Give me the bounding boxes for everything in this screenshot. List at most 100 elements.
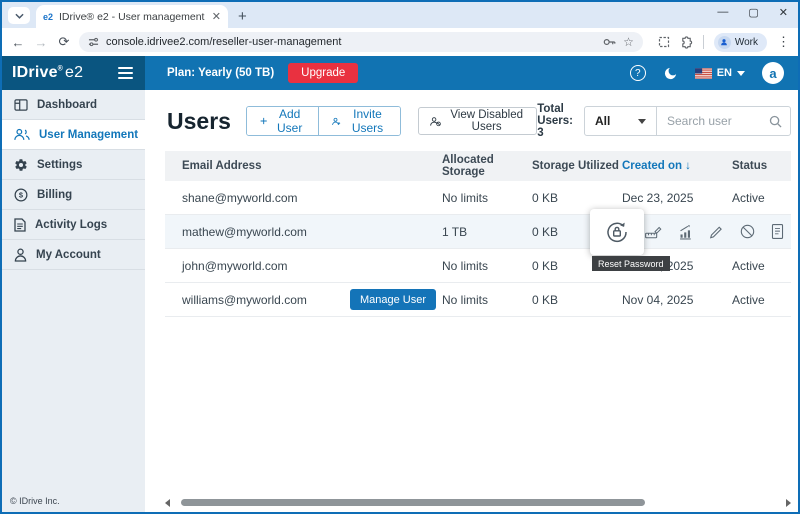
account-avatar[interactable]: a [762,62,784,84]
us-flag-icon [695,68,712,79]
col-created-sorted[interactable]: Created on ↓ [622,160,732,172]
search-input[interactable] [657,114,769,128]
scrollbar-track[interactable] [173,499,783,507]
profile-avatar-icon [718,36,731,49]
chevron-down-icon [638,119,646,124]
sidebar-item-my-account[interactable]: My Account [2,240,145,270]
plan-bar: Plan: Yearly (50 TB) Upgrade ? EN a [145,56,798,90]
allocated-storage: 1 TB [442,225,532,239]
tab-search-button[interactable] [8,7,30,24]
total-users-count: Total Users: 3 [537,103,573,139]
allocated-storage: No limits [442,293,532,307]
forward-icon: → [33,35,49,50]
account-person-icon [14,248,27,262]
sidebar-item-billing[interactable]: $ Billing [2,180,145,210]
tab-close-icon[interactable]: ✕ [212,10,221,23]
back-icon[interactable]: ← [10,35,26,50]
scroll-right-icon[interactable] [786,499,791,507]
tab-favicon: e2 [43,12,53,22]
manage-user-button[interactable]: Manage User [350,289,436,310]
allocated-storage: No limits [442,191,532,205]
window-minimize-icon[interactable]: — [717,6,728,19]
search-icon[interactable] [769,115,782,128]
svg-text:$: $ [19,190,24,199]
sidebar: Dashboard User Management Settings $ Bil… [2,90,145,512]
url-text: console.idrivee2.com/reseller-user-manag… [106,36,596,48]
sidebar-item-user-management[interactable]: User Management [2,120,145,150]
created-on: Nov 04, 2025 [622,293,732,307]
status-badge: Active [732,259,791,273]
toolbar-divider [703,35,704,49]
usage-stats-icon[interactable] [676,223,694,241]
table-row[interactable]: john@myworld.com No limits 0 KB Dec 23, … [165,249,791,283]
sidebar-item-activity-logs[interactable]: Activity Logs [2,210,145,240]
dark-mode-moon-icon[interactable] [663,66,678,81]
table-row[interactable]: williams@myworld.com Manage User No limi… [165,283,791,317]
extensions-puzzle-icon[interactable] [680,36,693,49]
reset-password-tooltip: Reset Password [592,256,670,271]
logs-document-icon [14,218,26,232]
profile-chip[interactable]: Work [714,33,767,52]
row-action-icons [644,215,785,248]
password-key-icon[interactable] [603,37,616,47]
status-badge: Active [732,293,791,307]
filter-search-container: All [584,106,791,136]
user-email: mathew@myworld.com [165,225,442,239]
add-user-button[interactable]: Add User [247,107,318,135]
reload-icon[interactable]: ⟳ [56,34,72,50]
storage-utilized: 0 KB [532,293,622,307]
screenshot-icon[interactable] [658,36,670,48]
browser-tab[interactable]: e2 IDrive® e2 - User management ✕ [36,5,228,28]
new-tab-button[interactable]: + [238,8,247,25]
person-plus-icon [332,115,341,128]
user-email: williams@myworld.com [182,293,307,307]
col-utilized: Storage Utilized [532,160,622,172]
table-row[interactable]: shane@myworld.com No limits 0 KB Dec 23,… [165,181,791,215]
view-logs-icon[interactable] [770,223,785,240]
allocated-storage: No limits [442,259,532,273]
site-info-icon[interactable] [88,37,99,47]
sidebar-item-dashboard[interactable]: Dashboard [2,90,145,120]
scroll-left-icon[interactable] [165,499,170,507]
modify-storage-icon[interactable] [644,223,662,241]
tab-title: IDrive® e2 - User management [59,11,206,23]
sidebar-item-settings[interactable]: Settings [2,150,145,180]
user-email: shane@myworld.com [165,191,442,205]
user-email: john@myworld.com [165,259,442,273]
hamburger-menu-icon[interactable] [118,67,133,79]
bookmark-star-icon[interactable]: ☆ [623,35,634,49]
reset-password-button[interactable] [590,209,644,255]
dashboard-icon [14,99,28,111]
page-title: Users [167,108,231,135]
col-status: Status [732,160,791,172]
window-maximize-icon[interactable]: ▢ [748,6,758,19]
edit-pencil-icon[interactable] [708,223,725,240]
address-bar[interactable]: console.idrivee2.com/reseller-user-manag… [79,32,643,52]
invite-users-button[interactable]: Invite Users [318,107,400,135]
table-header-row: Email Address Allocated Storage Storage … [165,151,791,181]
upgrade-button[interactable]: Upgrade [288,63,358,83]
gear-icon [14,158,28,172]
language-selector[interactable]: EN [695,67,745,79]
copyright-text: © IDrive Inc. [10,496,60,506]
col-email: Email Address [165,160,442,172]
user-filter-dropdown[interactable]: All [585,107,657,135]
horizontal-scrollbar[interactable] [165,498,791,507]
scrollbar-thumb[interactable] [181,499,645,506]
profile-label: Work [735,37,758,48]
disable-user-icon[interactable] [739,223,756,240]
brand-area: IDrive®e2 [2,56,145,90]
storage-utilized: 0 KB [532,191,622,205]
plan-label: Plan: Yearly (50 TB) [167,67,274,79]
table-row-hovered[interactable]: mathew@myworld.com 1 TB 0 KB [165,215,791,249]
help-icon[interactable]: ? [630,65,646,81]
billing-icon: $ [14,188,28,202]
status-badge: Active [732,191,791,205]
user-actions-group: Add User Invite Users [246,106,401,136]
col-allocated: Allocated Storage [442,154,532,178]
view-disabled-users-button[interactable]: View Disabled Users [418,107,537,135]
users-icon [14,128,30,141]
browser-tabstrip: e2 IDrive® e2 - User management ✕ + — ▢ … [2,2,798,28]
window-close-icon[interactable]: ✕ [779,6,788,19]
browser-menu-icon[interactable]: ⋮ [777,34,790,50]
